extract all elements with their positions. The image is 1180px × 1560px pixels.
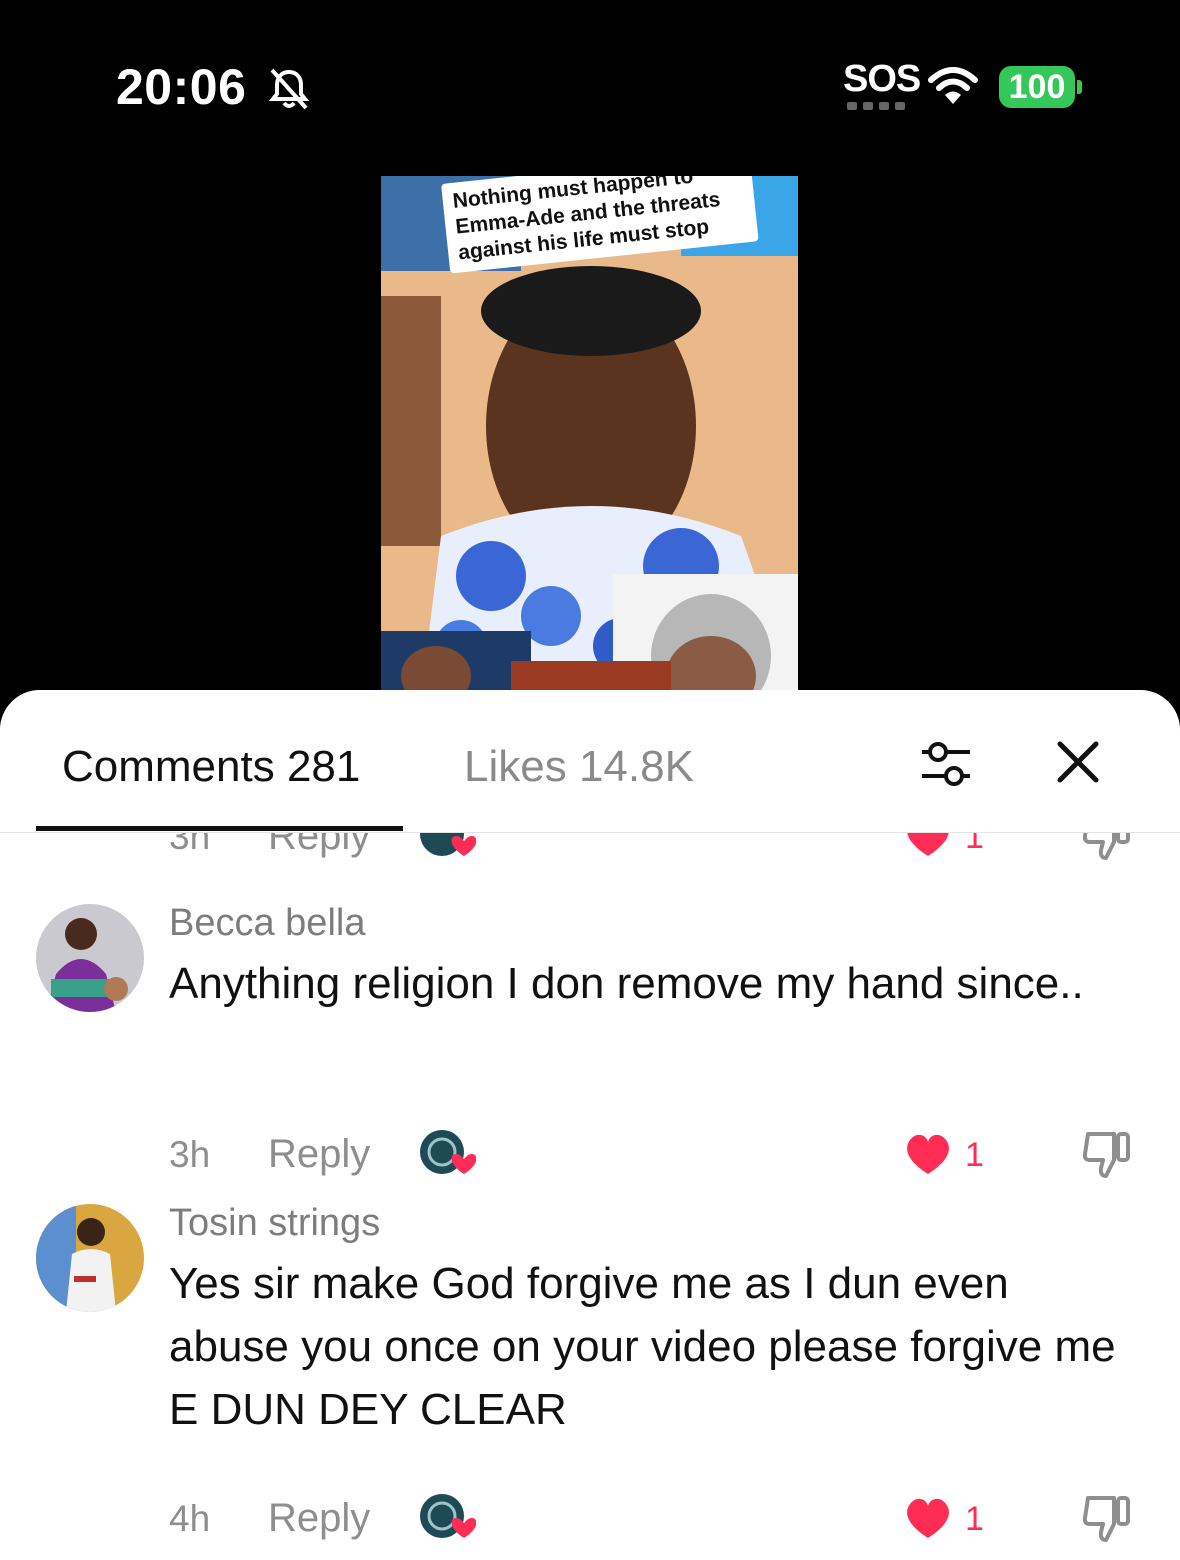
comment-age: 4h: [169, 1498, 211, 1539]
avatar-image: [36, 1204, 144, 1312]
dislike-icon[interactable]: [1080, 1492, 1134, 1544]
status-time: 20:06: [116, 59, 247, 115]
comments-sheet: Comments 281 Likes 14.8K 3h Reply 1 Becc…: [0, 690, 1180, 1560]
comment-text: Anything religion I don remove my hand s…: [169, 959, 1084, 1008]
avatar[interactable]: [36, 904, 144, 1012]
carrier-label: SOS: [843, 58, 921, 100]
comment-username[interactable]: Tosin strings: [169, 1202, 380, 1245]
dislike-icon[interactable]: [1080, 1128, 1134, 1180]
sheet-header: Comments 281 Likes 14.8K: [0, 690, 1180, 833]
video-preview[interactable]: Nothing must happen to Emma-Ade and the …: [381, 176, 798, 696]
tab-likes[interactable]: Likes 14.8K: [464, 742, 694, 792]
comment-meta: 3h Reply 1: [0, 1126, 1180, 1186]
comment-text: Yes sir make God forgive me as I dun eve…: [169, 1259, 1116, 1434]
comment-username[interactable]: Becca bella: [169, 902, 365, 945]
avatar-image: [36, 904, 144, 1012]
wifi-icon: [928, 67, 978, 104]
bell-muted-icon: [268, 68, 310, 110]
avatar[interactable]: [36, 1204, 144, 1312]
close-icon[interactable]: [1054, 738, 1102, 786]
creator-liked-icon: [420, 1130, 476, 1174]
battery-icon: 100: [999, 66, 1075, 108]
like-count: 1: [965, 1500, 984, 1538]
like-heart-icon[interactable]: [902, 1494, 954, 1540]
creator-liked-icon: [420, 1494, 476, 1538]
filter-icon[interactable]: [918, 736, 974, 792]
comment-age: 3h: [169, 1134, 211, 1175]
reply-button[interactable]: Reply: [268, 1496, 370, 1541]
comment-meta: 4h Reply 1: [0, 1490, 1180, 1550]
battery-tip: [1077, 80, 1082, 94]
active-tab-indicator: [36, 826, 403, 831]
status-bar: 20:06 SOS 100: [0, 0, 1180, 170]
like-heart-icon[interactable]: [902, 1130, 954, 1176]
reply-button[interactable]: Reply: [268, 1132, 370, 1177]
signal-dots-icon: [847, 102, 905, 110]
like-count: 1: [965, 1136, 984, 1174]
tab-comments[interactable]: Comments 281: [62, 742, 360, 792]
